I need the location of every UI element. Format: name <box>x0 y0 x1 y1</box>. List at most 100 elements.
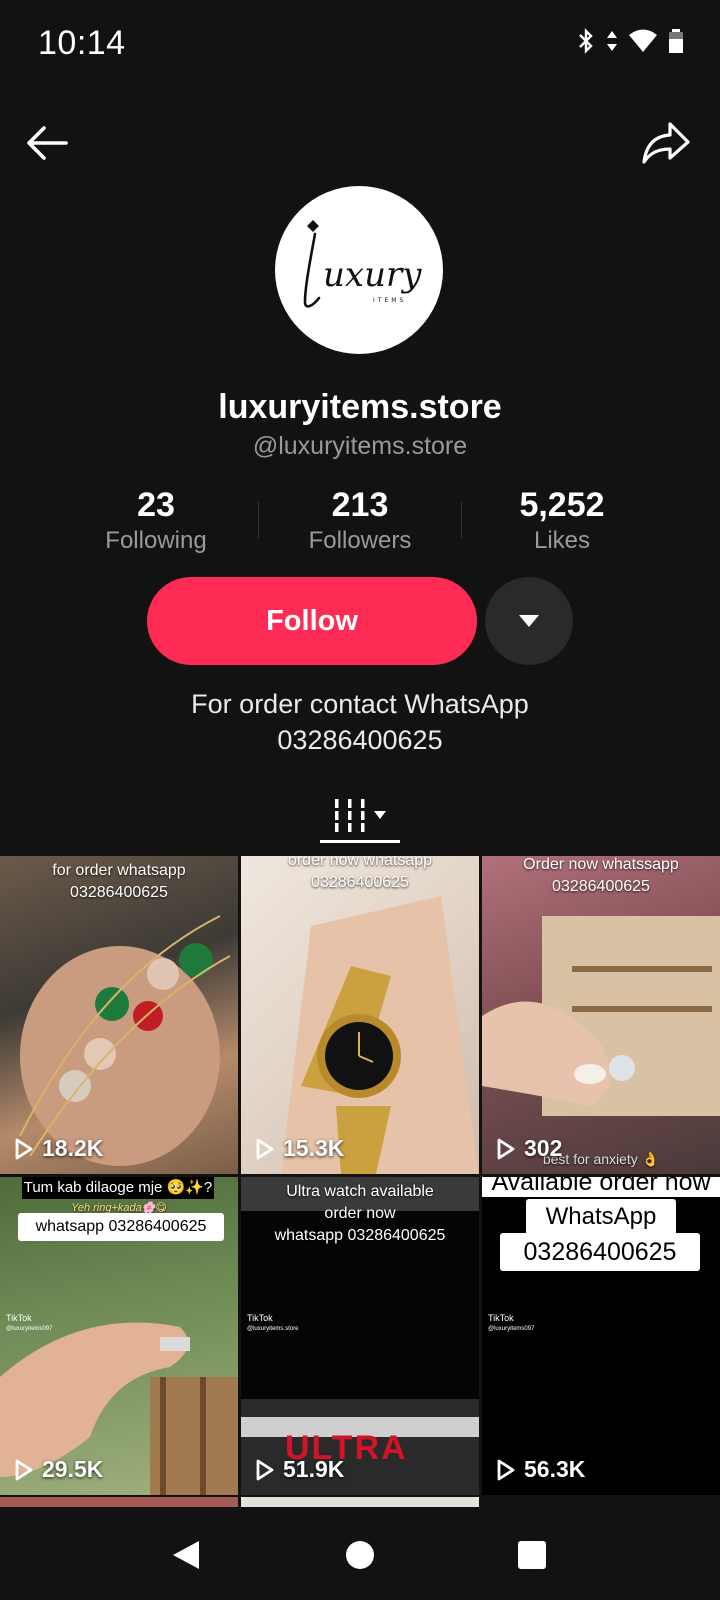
video-view-count: 15.3K <box>255 1135 344 1162</box>
video-caption: Order now whatssapp 03286400625 <box>482 856 720 898</box>
video-caption: for order whatsapp 03286400625 <box>0 860 238 904</box>
triangle-back-icon <box>173 1541 199 1569</box>
share-arrow-icon <box>642 122 690 164</box>
video-view-count: 51.9K <box>255 1456 344 1483</box>
data-arrows-icon <box>607 31 617 51</box>
video-caption-line: order now <box>324 1205 396 1222</box>
video-caption: Ultra watch available order now whatsapp… <box>241 1181 479 1247</box>
tiktok-watermark: TikTok @luxuryitems097 <box>6 1313 52 1335</box>
stat-value: 23 <box>137 486 175 524</box>
next-row-preview <box>0 1497 720 1507</box>
play-icon <box>256 1138 274 1159</box>
back-arrow-icon <box>27 126 68 160</box>
tiktok-watermark: TikTok @luxuryitems.store <box>247 1313 298 1335</box>
watermark-user: @luxuryitems097 <box>6 1326 53 1332</box>
video-caption-line: order now whatsapp <box>287 856 433 869</box>
whatsapp-box: whatsapp 03286400625 <box>18 1213 224 1241</box>
caret-down-icon <box>519 615 539 627</box>
video-caption-line: Available order now <box>482 1177 720 1197</box>
view-count-text: 302 <box>524 1135 563 1161</box>
video-view-count: 56.3K <box>496 1456 585 1483</box>
watermark-user: @luxuryitems.store <box>247 1326 299 1332</box>
profile-tab-bar <box>0 790 720 850</box>
stat-divider <box>258 502 259 538</box>
tiktok-watermark: TikTok @luxuryitems097 <box>488 1313 534 1335</box>
videos-grid-icon <box>335 799 365 832</box>
battery-icon <box>669 29 683 53</box>
view-count-text: 51.9K <box>283 1456 345 1482</box>
play-icon <box>256 1459 274 1480</box>
video-caption-line: 03286400625 <box>311 874 409 891</box>
video-tile[interactable]: Order now whatssapp 03286400625 best for… <box>482 856 720 1174</box>
profile-display-name: luxuryitems.store <box>218 388 502 426</box>
view-count-text: 56.3K <box>524 1456 586 1482</box>
profile-handle: @luxuryitems.store <box>252 432 468 460</box>
dropdown-icon <box>374 811 386 819</box>
video-thumbnail <box>281 896 479 1174</box>
bio-line: 03286400625 <box>277 725 443 755</box>
stat-likes[interactable]: 5,252 Likes <box>462 486 662 556</box>
video-tile[interactable]: Ultra watch available order now whatsapp… <box>241 1177 479 1495</box>
view-count-text: 29.5K <box>42 1456 104 1482</box>
share-button[interactable] <box>640 118 692 168</box>
video-tile[interactable]: Tum kab dilaoge mje 🥺✨? Yeh ring+kada🌸😋 … <box>0 1177 238 1495</box>
back-button[interactable] <box>22 118 72 168</box>
status-bar: 10:14 <box>0 0 720 90</box>
video-view-count: 18.2K <box>14 1135 103 1162</box>
watermark-logo: TikTok <box>6 1313 32 1323</box>
video-view-count: 29.5K <box>14 1456 103 1483</box>
play-icon <box>15 1459 33 1480</box>
whatsapp-box: WhatsApp <box>526 1199 676 1235</box>
whatsapp-number-box: 03286400625 <box>500 1233 700 1271</box>
video-tile[interactable]: Available order now WhatsApp 03286400625… <box>482 1177 720 1495</box>
stat-followers[interactable]: 213 Followers <box>260 486 460 556</box>
video-caption-line: for order whatsapp <box>52 862 186 879</box>
stat-following[interactable]: 23 Following <box>56 486 256 556</box>
nav-recents-button[interactable] <box>510 1533 554 1577</box>
suggested-accounts-button[interactable] <box>485 577 573 665</box>
view-count-text: 15.3K <box>283 1135 345 1161</box>
video-caption-line: 03286400625 <box>552 878 650 895</box>
nav-back-button[interactable] <box>164 1533 208 1577</box>
tab-indicator <box>320 840 400 843</box>
video-view-count: 302 <box>496 1135 562 1162</box>
play-icon <box>15 1138 33 1159</box>
svg-text:uxury: uxury <box>323 255 422 295</box>
svg-text:ITEMS: ITEMS <box>373 297 406 304</box>
square-recents-icon <box>518 1541 546 1569</box>
profile-stats: 23 Following 213 Followers 5,252 Likes <box>0 486 720 556</box>
stat-label: Likes <box>533 527 591 554</box>
status-time: 10:14 <box>38 24 126 62</box>
watermark-user: @luxuryitems097 <box>488 1326 535 1332</box>
profile-bio: For order contact WhatsApp 03286400625 <box>0 686 720 758</box>
circle-home-icon <box>346 1541 374 1569</box>
status-icons <box>576 28 684 54</box>
video-caption-line: Order now whatssapp <box>523 856 679 873</box>
play-icon <box>497 1138 515 1159</box>
view-count-text: 18.2K <box>42 1135 104 1161</box>
top-nav <box>0 110 720 180</box>
nav-home-button[interactable] <box>338 1533 382 1577</box>
video-caption-line: whatsapp 03286400625 <box>274 1227 446 1244</box>
video-caption-line: Tum kab dilaoge mje 🥺✨? <box>22 1177 214 1199</box>
video-grid: for order whatsapp 03286400625 18.2K ord… <box>0 856 720 1506</box>
tab-videos[interactable] <box>320 790 400 840</box>
stat-value: 213 <box>331 486 389 524</box>
play-icon <box>497 1459 515 1480</box>
video-thumbnail <box>482 916 720 1116</box>
profile-avatar[interactable]: uxury ITEMS <box>275 186 443 354</box>
luxury-items-logo: uxury ITEMS <box>303 220 422 308</box>
follow-button[interactable]: Follow <box>147 577 477 665</box>
stat-label: Followers <box>308 527 412 554</box>
wifi-icon <box>629 29 657 52</box>
stat-label: Following <box>105 527 207 554</box>
system-nav-bar <box>0 1507 720 1600</box>
bio-line: For order contact WhatsApp <box>191 689 529 719</box>
watermark-logo: TikTok <box>488 1313 514 1323</box>
video-tile[interactable]: order now whatsapp 03286400625 15.3K <box>241 856 479 1174</box>
video-caption-line: 03286400625 <box>70 884 168 901</box>
video-tile[interactable]: for order whatsapp 03286400625 18.2K <box>0 856 238 1174</box>
video-caption-line: Ultra watch available <box>286 1183 434 1200</box>
bluetooth-icon <box>579 28 593 54</box>
video-caption: order now whatsapp 03286400625 <box>241 856 479 894</box>
